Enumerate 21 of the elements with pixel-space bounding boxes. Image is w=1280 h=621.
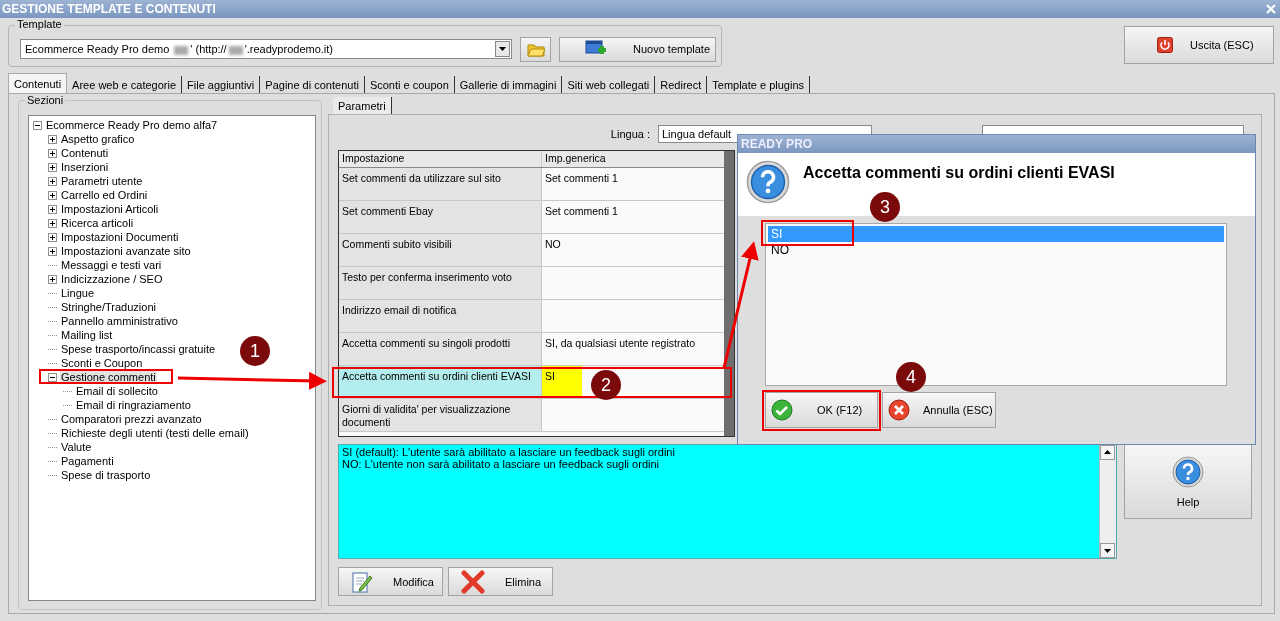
setting-value: Set commenti 1 [544, 171, 619, 185]
setting-name: Giorni di validita' per visualizzazione documenti [342, 403, 511, 428]
group-label: Sezioni [25, 94, 66, 106]
setting-name: Accetta commenti su ordini clienti EVASI [342, 370, 531, 382]
dialog-title: READY PRO [738, 135, 1255, 153]
setting-value: SI, da qualsiasi utente registrato [544, 336, 696, 350]
setting-name: Set commenti da utilizzare sul sito [342, 172, 501, 184]
language-label: Lingua : [609, 128, 651, 140]
setting-name: Indirizzo email di notifica [342, 304, 457, 316]
setting-name: Accetta commenti su singoli prodotti [342, 337, 511, 349]
setting-name: Testo per conferma inserimento voto [342, 271, 512, 283]
description-text: NO: L'utente non sarà abilitato a lasciare un feedback sugli ordini [342, 458, 660, 470]
setting-name: Set commenti Ebay [342, 205, 434, 217]
description-text: SI (default): L'utente sarà abilitato a lasciare un feedback sugli ordini [342, 446, 676, 458]
dialog-question: Accetta commenti su ordini clienti EVASI [803, 164, 1115, 183]
setting-value: NO [544, 237, 562, 251]
setting-value: Set commenti 1 [544, 204, 619, 218]
group-label: Template [15, 18, 64, 30]
window-title: GESTIONE TEMPLATE E CONTENUTI [2, 2, 216, 16]
setting-name: Commenti subito visibili [342, 238, 452, 250]
column-header: Impostazione [339, 151, 542, 167]
